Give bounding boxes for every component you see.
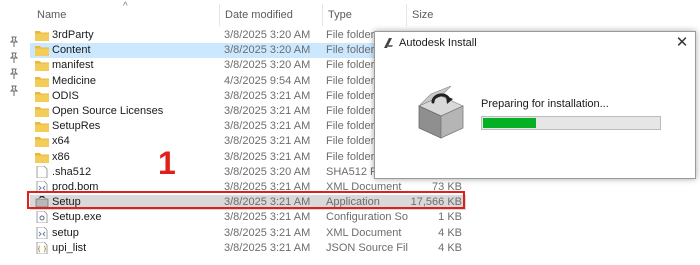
- folder-icon: [35, 46, 49, 57]
- file-date-modified: 3/8/2025 3:20 AM: [224, 59, 311, 72]
- file-name: Setup.exe: [52, 211, 102, 224]
- json-file-icon: [36, 241, 48, 254]
- file-name: SetupRes: [52, 120, 101, 133]
- folder-icon: [35, 122, 49, 133]
- file-name: upi_list: [52, 241, 87, 254]
- file-size: 4 KB: [438, 241, 462, 254]
- file-date-modified: 4/3/2025 9:54 AM: [224, 74, 311, 87]
- autodesk-logo-icon: [384, 38, 393, 48]
- file-date-modified: 3/8/2025 3:21 AM: [224, 89, 311, 102]
- pin-icon[interactable]: [8, 36, 20, 48]
- file-name: Open Source Licenses: [52, 105, 164, 117]
- pin-icon[interactable]: [8, 85, 20, 97]
- file-size: 4 KB: [438, 226, 462, 239]
- file-icon: [36, 165, 48, 178]
- progress-fill: [483, 118, 536, 128]
- file-date-modified: 3/8/2025 3:20 AM: [224, 165, 311, 178]
- file-name: x86: [52, 150, 70, 163]
- file-name: x64: [52, 135, 70, 148]
- installation-status-text: Preparing for installation...: [481, 98, 609, 110]
- file-date-modified: 3/8/2025 3:21 AM: [224, 226, 311, 239]
- file-date-modified: 3/8/2025 3:21 AM: [224, 241, 311, 254]
- file-date-modified: 3/8/2025 3:21 AM: [224, 120, 311, 133]
- install-package-icon: [418, 86, 464, 139]
- installation-progress-bar: [481, 116, 661, 130]
- folder-icon: [35, 31, 49, 41]
- file-row[interactable]: upi_list 3/8/2025 3:21 AM JSON Source File…: [30, 241, 466, 256]
- folder-icon: [35, 107, 49, 117]
- column-header: ^ Name Date modified Type Size: [0, 0, 470, 28]
- file-name: Content: [52, 44, 91, 57]
- file-date-modified: 3/8/2025 3:21 AM: [224, 211, 311, 224]
- folder-icon: [35, 61, 49, 72]
- autodesk-install-dialog: Autodesk Install ✕ Preparing for install…: [374, 31, 696, 179]
- dialog-title-bar[interactable]: Autodesk Install ✕: [375, 32, 695, 54]
- file-date-modified: 3/8/2025 3:20 AM: [224, 44, 311, 57]
- column-divider[interactable]: [219, 4, 220, 26]
- file-name: setup: [52, 226, 79, 239]
- annotation-highlight-box: [27, 191, 465, 209]
- file-name: Medicine: [52, 74, 97, 87]
- file-type: JSON Source File: [326, 241, 408, 254]
- file-date-modified: 3/8/2025 3:21 AM: [224, 135, 311, 148]
- folder-icon: [35, 152, 49, 163]
- close-button[interactable]: ✕: [669, 32, 695, 54]
- column-type-header[interactable]: Type: [328, 9, 352, 21]
- column-divider[interactable]: [322, 4, 323, 26]
- folder-icon: [35, 91, 49, 102]
- file-type: XML Document: [326, 226, 402, 239]
- column-date-header[interactable]: Date modified: [225, 9, 293, 21]
- file-row[interactable]: setup 3/8/2025 3:21 AM XML Document 4 KB: [30, 226, 466, 241]
- xml-file-icon: [36, 226, 48, 239]
- file-name: manifest: [52, 59, 94, 72]
- file-row[interactable]: Setup.exe 3/8/2025 3:21 AM Configuration S…: [30, 210, 466, 225]
- folder-icon: [35, 76, 49, 87]
- file-size: 1 KB: [438, 211, 462, 224]
- file-date-modified: 3/8/2025 3:21 AM: [224, 105, 311, 117]
- pin-icon[interactable]: [8, 68, 20, 80]
- pin-icon[interactable]: [8, 52, 20, 64]
- file-type: Configuration Sou...: [326, 211, 408, 224]
- file-date-modified: 3/8/2025 3:21 AM: [224, 150, 311, 163]
- annotation-step-number: 1: [158, 145, 176, 181]
- dialog-title: Autodesk Install: [399, 37, 477, 49]
- config-file-icon: [36, 211, 48, 224]
- file-date-modified: 3/8/2025 3:20 AM: [224, 29, 311, 41]
- sort-ascending-icon: ^: [123, 1, 128, 12]
- column-divider[interactable]: [406, 4, 407, 26]
- file-name: 3rdParty: [52, 29, 94, 41]
- file-name: .sha512: [52, 165, 92, 178]
- column-size-header[interactable]: Size: [412, 9, 433, 21]
- column-name-header[interactable]: Name: [37, 9, 66, 21]
- folder-icon: [35, 137, 49, 148]
- file-name: ODIS: [52, 89, 79, 102]
